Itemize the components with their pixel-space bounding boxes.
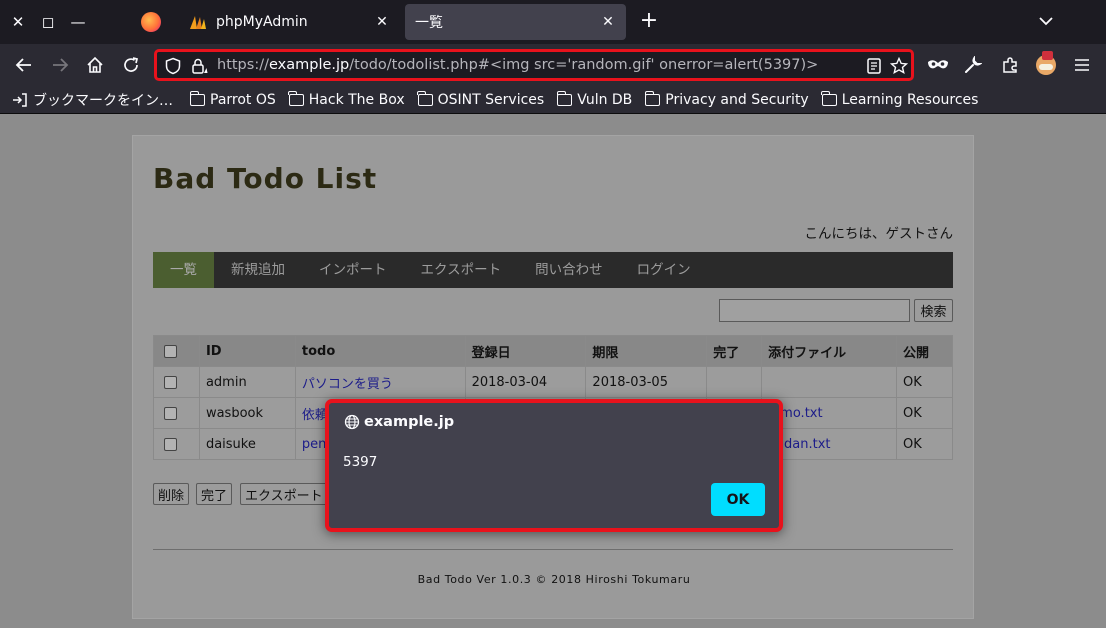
- bookmark-import[interactable]: ブックマークをイン…: [12, 90, 173, 110]
- column-header-registered: 登録日: [464, 335, 587, 367]
- wrench-icon[interactable]: [960, 52, 986, 78]
- bookmark-folder-privacy-and-security[interactable]: Privacy and Security: [644, 90, 809, 108]
- menu-item-import[interactable]: インポート: [302, 252, 404, 288]
- folder-icon: [556, 90, 573, 106]
- shield-icon[interactable]: [164, 57, 182, 75]
- select-all-checkbox[interactable]: [164, 344, 177, 358]
- alert-dialog: example.jp 5397 OK: [325, 399, 783, 532]
- cell-public: OK: [896, 366, 953, 398]
- row-checkbox[interactable]: [164, 406, 177, 420]
- url-bar[interactable]: https://example.jp/todo/todolist.php#<im…: [154, 49, 914, 81]
- cell-done: [706, 366, 763, 398]
- page-title: Bad Todo List: [153, 162, 378, 195]
- menu-item-list[interactable]: 一覧: [153, 252, 214, 288]
- cell-public: OK: [896, 397, 953, 429]
- url-text[interactable]: https://example.jp/todo/todolist.php#<im…: [217, 57, 818, 73]
- home-icon[interactable]: [82, 52, 108, 78]
- window-minimize-icon[interactable]: —: [66, 10, 90, 34]
- greeting-text: こんにちは、ゲストさん: [804, 226, 954, 242]
- tab-list[interactable]: 一覧 ✕: [405, 4, 626, 40]
- bookmark-star-icon[interactable]: [890, 57, 908, 75]
- column-header-id: ID: [198, 335, 296, 367]
- bookmarks-toolbar: ブックマークをイン… Parrot OS Hack The Box OSINT …: [0, 86, 1106, 114]
- cell-due: 2018-03-05: [585, 366, 708, 398]
- cell-id: daisuke: [198, 428, 296, 460]
- tab-title: 一覧: [415, 15, 443, 31]
- bookmark-folder-hack-the-box[interactable]: Hack The Box: [288, 90, 405, 108]
- reload-icon[interactable]: [118, 52, 144, 78]
- extensions-puzzle-icon[interactable]: [997, 52, 1023, 78]
- footer-divider: [153, 549, 953, 550]
- todo-link[interactable]: pen: [302, 437, 327, 452]
- search-button[interactable]: 検索: [914, 299, 953, 322]
- cell-registered: 2018-03-04: [464, 366, 587, 398]
- bookmark-folder-osint-services[interactable]: OSINT Services: [417, 90, 544, 108]
- ok-button[interactable]: OK: [711, 483, 765, 516]
- reader-view-icon[interactable]: [865, 57, 883, 75]
- table-header-row: ID todo 登録日 期限 完了 添付ファイル 公開: [153, 335, 953, 367]
- forward-arrow-icon[interactable]: [47, 52, 73, 78]
- main-menu: 一覧 新規追加 インポート エクスポート 問い合わせ ログイン: [153, 252, 953, 288]
- close-icon[interactable]: ✕: [600, 14, 616, 30]
- row-checkbox[interactable]: [164, 437, 177, 451]
- globe-icon: [344, 414, 360, 430]
- menu-item-new[interactable]: 新規追加: [214, 252, 302, 288]
- row-checkbox[interactable]: [164, 375, 177, 389]
- bookmark-folder-parrot-os[interactable]: Parrot OS: [189, 90, 276, 108]
- delete-button[interactable]: 削除: [153, 483, 190, 505]
- firefox-view-icon[interactable]: [141, 12, 161, 32]
- phpmyadmin-icon: [190, 16, 206, 29]
- folder-icon: [288, 90, 304, 106]
- navigation-toolbar: https://example.jp/todo/todolist.php#<im…: [0, 44, 1106, 86]
- folder-icon: [417, 90, 433, 106]
- column-header-attachment: 添付ファイル: [761, 335, 898, 367]
- column-header-done: 完了: [706, 335, 763, 367]
- column-header-public: 公開: [896, 335, 953, 367]
- table-row: admin パソコンを買う 2018-03-04 2018-03-05 OK: [153, 366, 953, 398]
- column-header-due: 期限: [585, 335, 708, 367]
- import-icon: [13, 92, 27, 107]
- new-tab-icon[interactable]: +: [637, 10, 661, 34]
- window-close-icon[interactable]: ✕: [6, 10, 30, 34]
- bookmark-folder-learning-resources[interactable]: Learning Resources: [821, 90, 978, 108]
- close-icon[interactable]: ✕: [374, 14, 390, 30]
- complete-button[interactable]: 完了: [196, 483, 233, 505]
- tab-bar: ✕ ◻ — phpMyAdmin ✕ 一覧 ✕ +: [0, 0, 1106, 44]
- cell-attachment: [761, 366, 898, 398]
- list-all-tabs-icon[interactable]: [1036, 10, 1056, 32]
- hamburger-menu-icon[interactable]: [1069, 52, 1095, 78]
- folder-icon: [821, 90, 837, 106]
- search-input[interactable]: [719, 299, 910, 322]
- page-container: Bad Todo List こんにちは、ゲストさん 一覧 新規追加 インポート …: [132, 135, 974, 619]
- menu-item-login[interactable]: ログイン: [620, 252, 708, 288]
- footer-text: Bad Todo Ver 1.0.3 © 2018 Hiroshi Tokuma…: [417, 573, 691, 586]
- cell-public: OK: [896, 428, 953, 460]
- private-mask-icon[interactable]: [925, 52, 951, 78]
- tab-title: phpMyAdmin: [216, 14, 308, 30]
- folder-icon: [644, 90, 661, 106]
- back-arrow-icon[interactable]: [11, 52, 37, 78]
- dialog-origin: example.jp: [344, 414, 454, 430]
- todo-link[interactable]: パソコンを買う: [302, 377, 393, 392]
- cell-id: wasbook: [198, 397, 296, 429]
- page-viewport: Bad Todo List こんにちは、ゲストさん 一覧 新規追加 インポート …: [0, 114, 1106, 628]
- todo-link[interactable]: 依頼: [302, 408, 328, 423]
- cell-id: admin: [198, 366, 296, 398]
- lock-warning-icon[interactable]: [190, 57, 208, 75]
- window-maximize-icon[interactable]: ◻: [36, 10, 60, 34]
- column-header-todo: todo: [294, 335, 466, 367]
- extension-avatar-icon[interactable]: [1033, 51, 1059, 78]
- menu-item-contact[interactable]: 問い合わせ: [518, 252, 620, 288]
- dialog-message: 5397: [343, 454, 378, 470]
- export-button[interactable]: エクスポート: [240, 483, 330, 505]
- bookmark-folder-vuln-db[interactable]: Vuln DB: [556, 90, 632, 108]
- tab-phpmyadmin[interactable]: phpMyAdmin ✕: [178, 4, 400, 40]
- menu-item-export[interactable]: エクスポート: [404, 252, 519, 288]
- folder-icon: [189, 90, 205, 106]
